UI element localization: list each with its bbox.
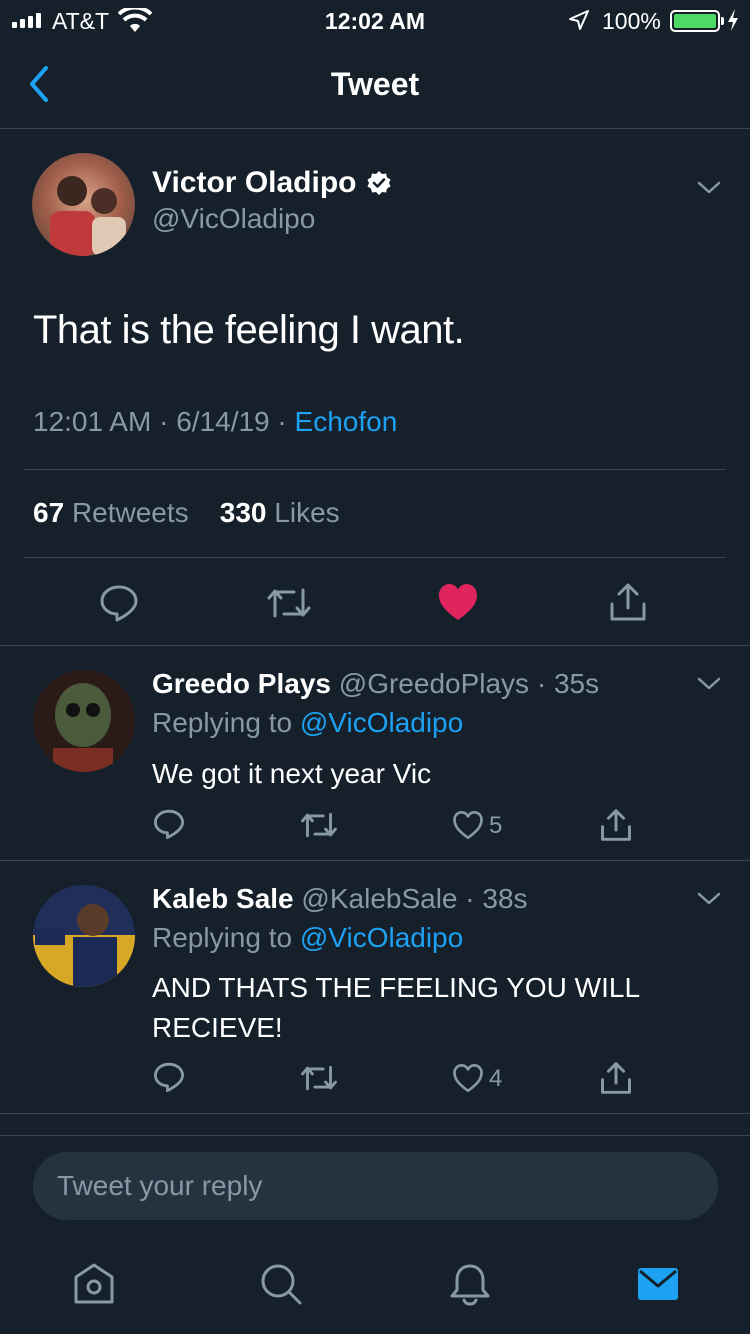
likes-label: Likes — [274, 497, 340, 528]
home-icon[interactable] — [72, 1262, 116, 1306]
meta-separator: · — [529, 668, 554, 699]
location-arrow-icon — [569, 10, 589, 30]
reply-author-name[interactable]: Greedo Plays — [152, 668, 331, 699]
reply-age: 38s — [482, 883, 528, 914]
divider — [24, 469, 726, 470]
replying-to: Replying to @VicOladipo — [152, 922, 463, 954]
reply-header: Kaleb Sale @KalebSale · 38s — [152, 883, 528, 915]
share-icon[interactable] — [600, 808, 632, 842]
avatar-photo — [33, 670, 135, 772]
likes-count: 330 — [219, 497, 267, 528]
reply-author-handle[interactable]: @KalebSale — [301, 883, 457, 914]
battery-icon — [670, 10, 724, 32]
replying-to-prefix: Replying to — [152, 707, 293, 738]
charging-icon — [728, 9, 738, 31]
replying-to-link[interactable]: @VicOladipo — [300, 707, 463, 738]
reply-author-handle[interactable]: @GreedoPlays — [339, 668, 529, 699]
reply-header: Greedo Plays @GreedoPlays · 35s — [152, 668, 599, 700]
meta-separator: · — [457, 883, 483, 914]
retweets-label: Retweets — [71, 497, 189, 528]
retweet-icon[interactable] — [266, 586, 312, 620]
tweet-source-link[interactable]: Echofon — [295, 406, 398, 437]
meta-separator: · — [159, 406, 169, 437]
likes-stat[interactable]: 330 Likes — [220, 497, 340, 528]
like-icon[interactable] — [452, 1063, 484, 1093]
reply-author-name[interactable]: Kaleb Sale — [152, 883, 294, 914]
reply-icon[interactable] — [153, 808, 185, 840]
reply-compose-field[interactable]: Tweet your reply — [33, 1152, 718, 1220]
compose-divider — [0, 1135, 750, 1136]
tweet-date: 6/14/19 — [176, 406, 270, 437]
share-icon[interactable] — [600, 1061, 632, 1095]
chevron-down-icon[interactable] — [696, 180, 722, 196]
author-name-row: Victor Oladipo — [152, 166, 392, 200]
avatar[interactable] — [33, 670, 135, 772]
reply-icon[interactable] — [99, 583, 139, 623]
notifications-icon[interactable] — [448, 1262, 492, 1306]
avatar[interactable] — [33, 885, 135, 987]
compose-placeholder: Tweet your reply — [57, 1170, 263, 1201]
retweet-icon[interactable] — [300, 811, 338, 839]
author-handle[interactable]: @VicOladipo — [152, 203, 315, 235]
replying-to-prefix: Replying to — [152, 922, 293, 953]
like-icon[interactable] — [452, 810, 484, 840]
tweet-meta: 12:01 AM · 6/14/19 · Echofon — [33, 406, 397, 438]
retweets-count: 67 — [33, 497, 65, 528]
battery-percent: 100% — [602, 8, 661, 34]
replying-to: Replying to @VicOladipo — [152, 707, 463, 739]
like-count: 4 — [489, 1065, 503, 1092]
divider — [0, 860, 750, 861]
nav-header: Tweet — [0, 40, 750, 129]
reply-age: 35s — [553, 668, 600, 699]
search-icon[interactable] — [259, 1262, 303, 1306]
messages-icon[interactable] — [636, 1262, 680, 1306]
page-title: Tweet — [330, 66, 420, 102]
reply-text: AND THATS THE FEELING YOU WILL RECIEVE! — [152, 972, 639, 1043]
chevron-down-icon[interactable] — [696, 891, 722, 907]
divider — [24, 557, 726, 558]
retweet-icon[interactable] — [300, 1064, 338, 1092]
replying-to-link[interactable]: @VicOladipo — [300, 922, 463, 953]
reply-text: We got it next year Vic — [152, 758, 432, 789]
verified-badge-icon — [367, 171, 391, 195]
divider — [0, 645, 750, 646]
divider — [0, 1113, 750, 1114]
like-count: 5 — [489, 812, 503, 839]
share-icon[interactable] — [609, 582, 647, 622]
author-name[interactable]: Victor Oladipo — [152, 166, 356, 200]
retweets-stat[interactable]: 67 Retweets — [33, 497, 189, 528]
tweet-stats: 67 Retweets 330 Likes — [33, 497, 340, 529]
tweet-text: That is the feeling I want. — [33, 308, 465, 352]
like-icon-filled[interactable] — [437, 582, 479, 622]
status-bar: AT&T 12:02 AM 100% — [0, 0, 750, 40]
tweet-time: 12:01 AM — [33, 406, 152, 437]
avatar-photo — [33, 885, 135, 987]
reply-icon[interactable] — [153, 1061, 185, 1093]
chevron-down-icon[interactable] — [696, 676, 722, 692]
avatar-photo — [32, 153, 135, 256]
meta-separator: · — [277, 406, 287, 437]
avatar[interactable] — [32, 153, 135, 256]
